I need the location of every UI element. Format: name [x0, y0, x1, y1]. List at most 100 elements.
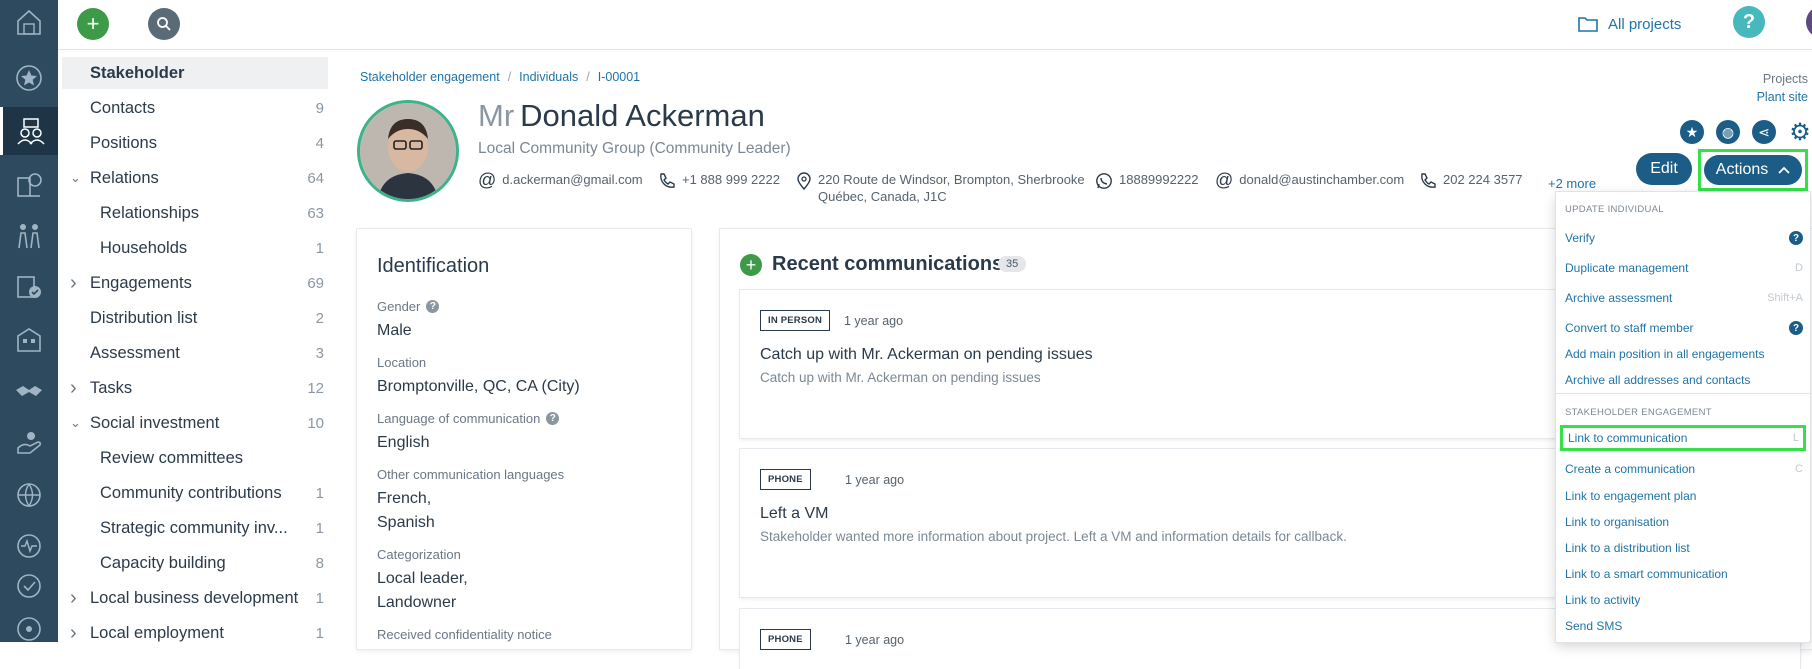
sidebar-item-count: 1 [315, 624, 324, 642]
help-icon[interactable]: ? [546, 412, 560, 425]
sidebar-item-stakeholder[interactable]: Stakeholder [62, 57, 328, 89]
globe-people-icon[interactable] [8, 474, 50, 516]
search-button[interactable] [148, 8, 180, 40]
sidebar-item-count: 10 [307, 414, 324, 432]
projects-value-link[interactable]: Plant site [1757, 90, 1808, 104]
category-1: Local leader, [377, 570, 468, 587]
hand-icon[interactable] [8, 422, 50, 464]
buildings-icon[interactable] [8, 318, 50, 360]
sidebar-item-label: Tasks [90, 378, 133, 397]
all-projects-link[interactable]: All projects [1578, 12, 1681, 36]
activity-icon[interactable] [8, 525, 50, 567]
address-contact[interactable]: 220 Route de Windsor, Brompton, Sherbroo… [796, 172, 1085, 204]
email-contact[interactable]: @ d.ackerman@gmail.com [478, 171, 643, 189]
menu-item-send-sms[interactable]: Send SMS [1565, 616, 1803, 636]
search-icon [157, 17, 171, 31]
favorite-star-icon[interactable]: ★ [1680, 120, 1704, 144]
sidebar-item-community-contributions[interactable]: Community contributions 1 [62, 477, 328, 509]
sidebar-item-social-investment[interactable]: ⌄ Social investment 10 [62, 407, 328, 439]
sidebar-item-capacity-building[interactable]: Capacity building 8 [62, 547, 328, 579]
breadcrumb-individuals[interactable]: Individuals [519, 70, 578, 84]
sidebar-item-positions[interactable]: Positions 4 [62, 127, 328, 159]
menu-divider [1556, 393, 1810, 394]
menu-item-archive-all-addresses[interactable]: Archive all addresses and contacts [1565, 370, 1803, 390]
sidebar-item-count: 2 [315, 309, 324, 327]
menu-item-link-distribution-list[interactable]: Link to a distribution list [1565, 538, 1803, 558]
chevron-right-icon[interactable]: › [70, 622, 77, 643]
gender-label: Gender? [377, 299, 440, 314]
sidebar-item-relations[interactable]: ⌄ Relations 64 [62, 162, 328, 194]
menu-item-link-activity[interactable]: Link to activity [1565, 590, 1803, 610]
home-icon[interactable] [8, 1, 50, 43]
chevron-down-icon[interactable]: ⌄ [70, 170, 81, 186]
projects-info: Projects Plant site [1757, 72, 1808, 104]
sidebar-item-local-business-development[interactable]: › Local business development 1 [62, 582, 328, 614]
sidebar-item-strategic-community-inv[interactable]: Strategic community inv... 1 [62, 512, 328, 544]
sidebar-item-review-committees[interactable]: Review committees [62, 442, 328, 474]
chevron-down-icon[interactable]: ⌄ [70, 415, 81, 431]
document-check-icon[interactable] [8, 266, 50, 308]
top-bar: + All projects ? [58, 0, 1812, 50]
chevron-right-icon[interactable]: › [70, 272, 77, 295]
sidebar-item-distribution-list[interactable]: Distribution list 2 [62, 302, 328, 334]
menu-item-convert-to-staff[interactable]: Convert to staff member? [1565, 318, 1803, 338]
user-avatar-button[interactable] [1806, 6, 1812, 38]
sidebar-item-label: Households [100, 238, 188, 257]
location-icon[interactable] [8, 608, 50, 650]
categorization-label: Categorization [377, 547, 461, 562]
menu-item-verify[interactable]: Verify? [1565, 228, 1803, 248]
help-icon[interactable]: ? [1789, 231, 1803, 245]
location-value: Bromptonville, QC, CA (City) [377, 378, 580, 395]
people-icon[interactable] [8, 214, 50, 256]
name-full: Donald Ackerman [520, 98, 765, 133]
email-contact-2[interactable]: @ donald@austinchamber.com [1215, 171, 1404, 189]
communication-type-tag: PHONE [760, 629, 811, 650]
menu-item-create-communication[interactable]: Create a communication C [1565, 459, 1803, 479]
settings-gear-icon[interactable]: ⚙ [1788, 119, 1812, 146]
sidebar-item-count: 1 [315, 589, 324, 607]
sidebar-item-assessment[interactable]: Assessment 3 [62, 337, 328, 369]
add-communication-button[interactable]: + [740, 254, 762, 276]
sidebar-item-label: Assessment [90, 343, 180, 362]
phone-icon [660, 173, 675, 188]
breadcrumb-id[interactable]: I-00001 [598, 70, 640, 84]
actions-button-highlight: Actions [1698, 149, 1808, 191]
more-contacts-link[interactable]: +2 more [1548, 176, 1596, 191]
phone-value: +1 888 999 2222 [682, 172, 780, 187]
chevron-right-icon[interactable]: › [70, 587, 77, 610]
menu-item-duplicate-management[interactable]: Duplicate management D [1565, 258, 1803, 278]
menu-item-link-smart-communication[interactable]: Link to a smart communication [1565, 564, 1803, 584]
menu-item-add-main-position[interactable]: Add main position in all engagements [1565, 344, 1803, 364]
sidebar-item-contacts[interactable]: Contacts 9 [62, 92, 328, 124]
menu-item-link-organisation[interactable]: Link to organisation [1565, 512, 1803, 532]
actions-button[interactable]: Actions [1704, 155, 1802, 185]
help-icon[interactable]: ? [1789, 321, 1803, 335]
phone-icon [1421, 173, 1436, 188]
handshake-icon[interactable] [8, 370, 50, 412]
whatsapp-contact[interactable]: 18889992222 [1095, 172, 1199, 190]
landscape-icon[interactable] [8, 164, 50, 206]
stakeholder-icon[interactable] [0, 107, 58, 155]
sidebar-item-local-employment[interactable]: › Local employment 1 [62, 617, 328, 643]
phone-contact-2[interactable]: 202 224 3577 [1419, 172, 1523, 190]
help-button[interactable]: ? [1733, 6, 1765, 38]
star-icon[interactable] [8, 57, 50, 99]
menu-item-link-engagement-plan[interactable]: Link to engagement plan [1565, 486, 1803, 506]
communication-description: Stakeholder wanted more information abou… [760, 529, 1347, 544]
globe-icon[interactable]: ◍ [1716, 120, 1740, 144]
sidebar-item-engagements[interactable]: › Engagements 69 [62, 267, 328, 299]
check-circle-icon[interactable] [8, 565, 50, 607]
menu-item-link-to-communication[interactable]: Link to communication L [1560, 425, 1806, 451]
sidebar-item-relationships[interactable]: Relationships 63 [62, 197, 328, 229]
menu-item-archive-assessment[interactable]: Archive assessment Shift+A [1565, 288, 1803, 308]
communications-count-badge: 35 [998, 256, 1027, 272]
chevron-right-icon[interactable]: › [70, 377, 77, 400]
help-icon[interactable]: ? [426, 300, 440, 313]
sidebar-item-tasks[interactable]: › Tasks 12 [62, 372, 328, 404]
phone-contact[interactable]: +1 888 999 2222 [658, 172, 780, 190]
add-button[interactable]: + [77, 8, 109, 40]
breadcrumb-stakeholder-engagement[interactable]: Stakeholder engagement [360, 70, 500, 84]
share-icon[interactable]: ⋖ [1752, 120, 1776, 144]
sidebar-item-households[interactable]: Households 1 [62, 232, 328, 264]
edit-button[interactable]: Edit [1636, 153, 1692, 185]
